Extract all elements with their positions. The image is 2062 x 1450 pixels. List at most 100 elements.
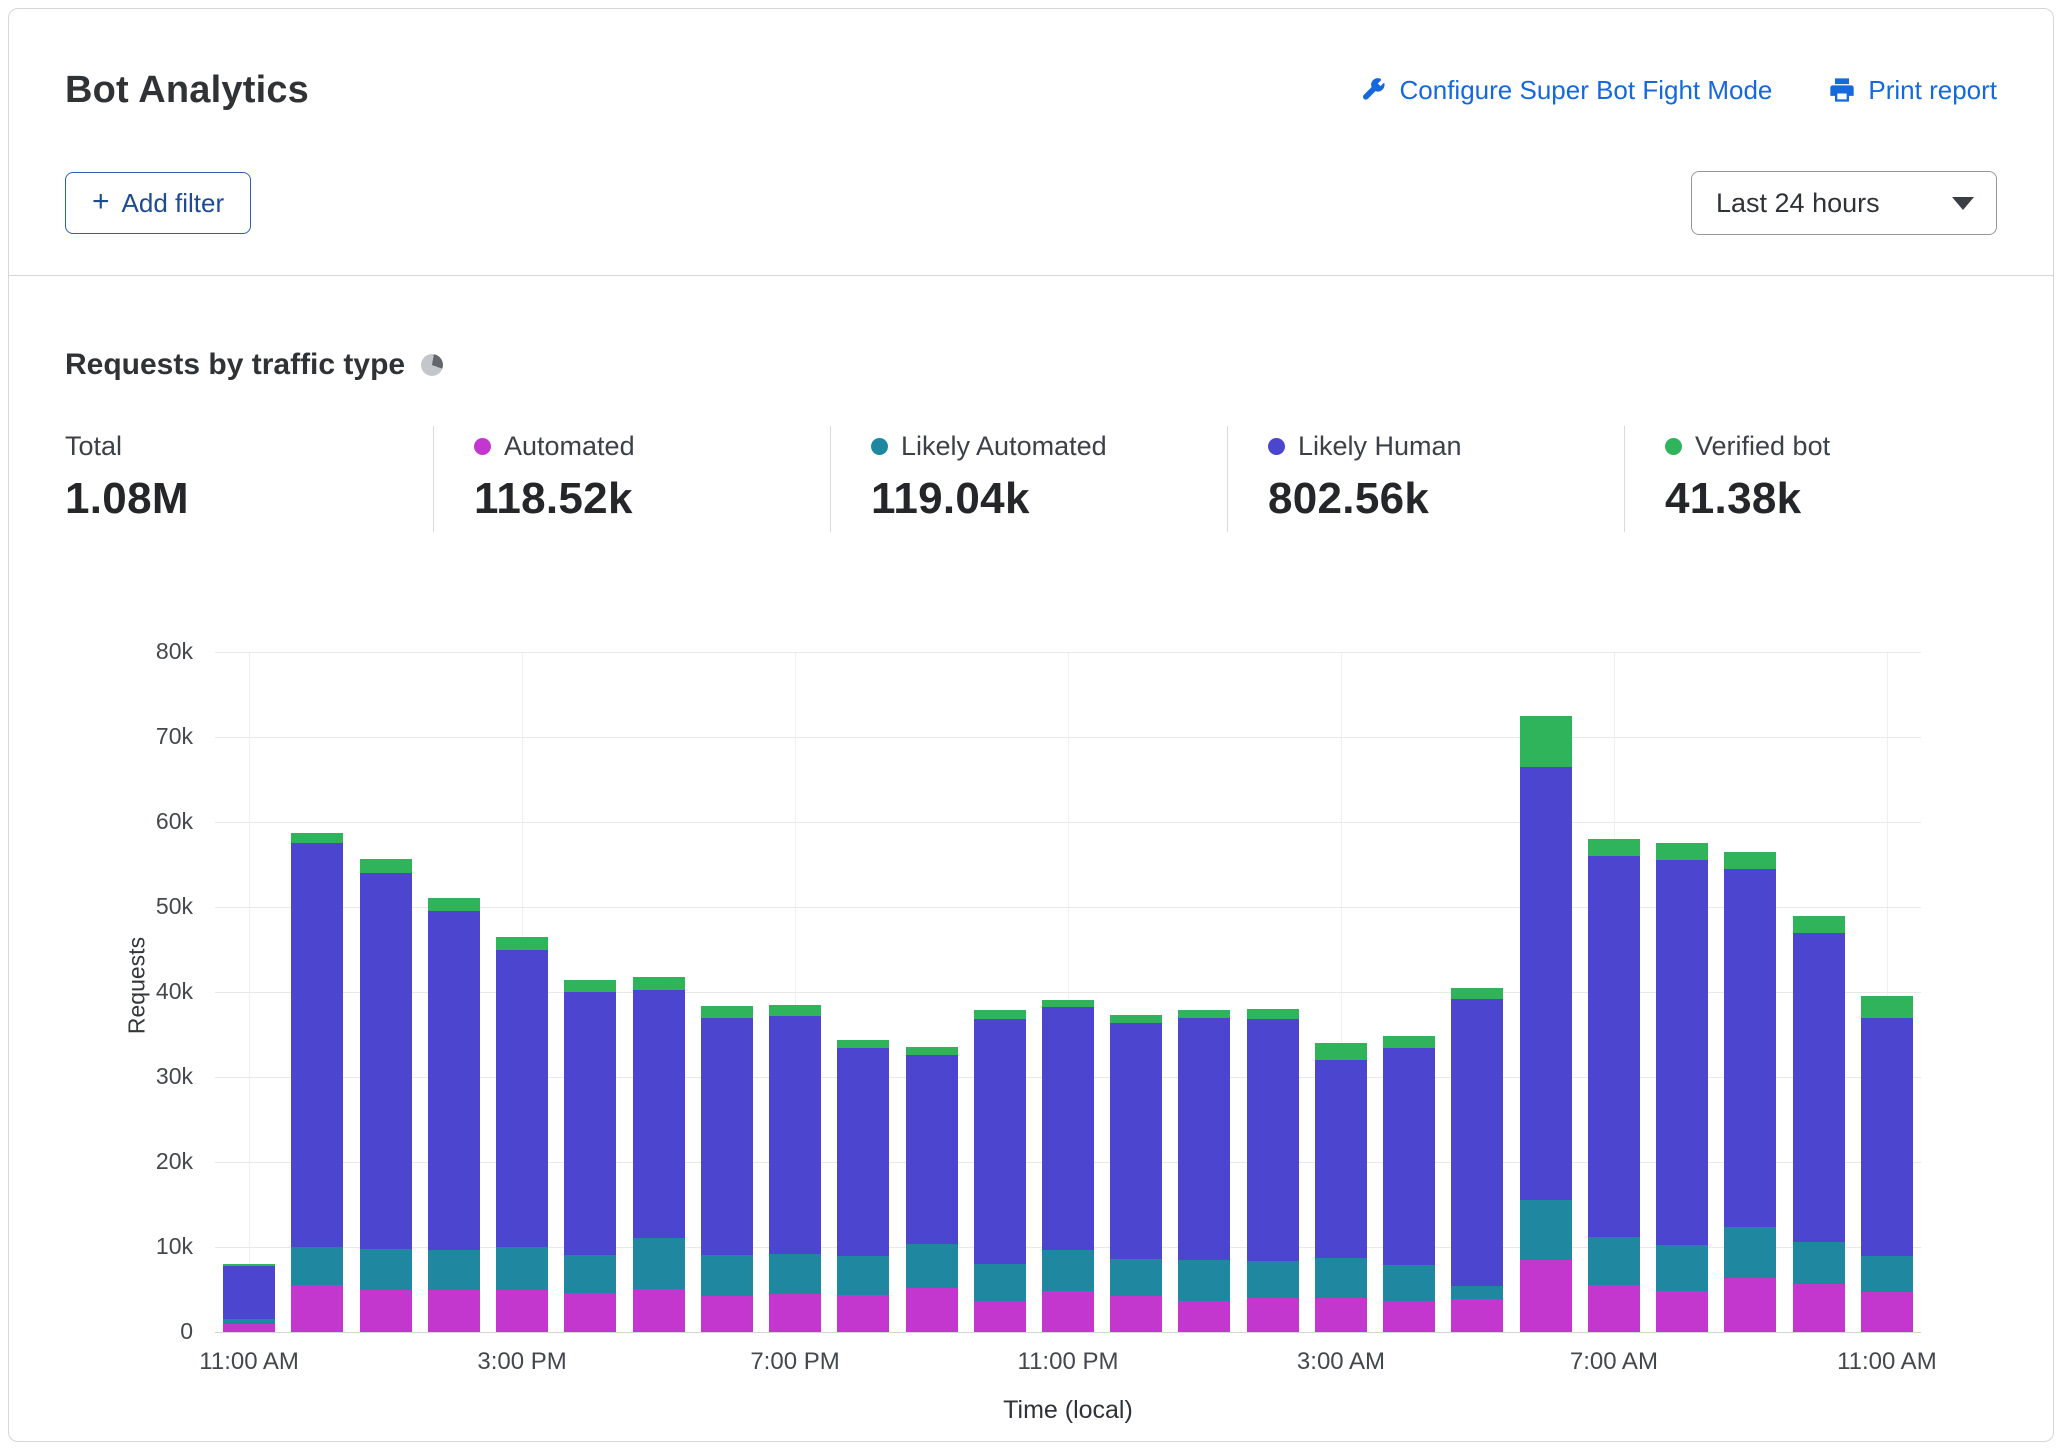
bar-segment-likely-human: [1451, 999, 1503, 1286]
plus-icon: +: [92, 187, 110, 217]
bar-segment-verified-bot: [360, 859, 412, 873]
bar-segment-likely-automated: [1588, 1237, 1640, 1285]
stacked-bar[interactable]: [633, 977, 685, 1332]
stacked-bar[interactable]: [701, 1006, 753, 1332]
bar-segment-likely-human: [633, 990, 685, 1238]
y-tick-label: 70k: [65, 723, 193, 750]
bar-segment-likely-automated: [701, 1255, 753, 1297]
stacked-bar[interactable]: [1383, 1036, 1435, 1332]
time-range-select[interactable]: Last 24 hours: [1691, 171, 1997, 235]
bar-segment-likely-automated: [564, 1255, 616, 1293]
configure-super-bot-fight-mode-link[interactable]: Configure Super Bot Fight Mode: [1360, 75, 1773, 106]
bar-segment-likely-human: [1520, 767, 1572, 1201]
add-filter-label: Add filter: [122, 188, 225, 219]
bar-segment-likely-automated: [1315, 1258, 1367, 1298]
y-tick-label: 60k: [65, 808, 193, 835]
stacked-bar[interactable]: [1042, 1000, 1094, 1332]
section-title: Requests by traffic type: [65, 348, 405, 382]
bar-segment-likely-automated: [1383, 1265, 1435, 1301]
bar-segment-verified-bot: [701, 1006, 753, 1018]
wrench-icon: [1360, 76, 1388, 104]
add-filter-button[interactable]: + Add filter: [65, 172, 251, 234]
stacked-bar[interactable]: [1588, 839, 1640, 1332]
likely-automated-legend-dot: [871, 438, 888, 455]
bar-segment-likely-human: [1383, 1048, 1435, 1265]
stacked-bar[interactable]: [906, 1047, 958, 1332]
bar-segment-likely-automated: [1178, 1260, 1230, 1302]
stacked-bar[interactable]: [1451, 988, 1503, 1332]
stacked-bar[interactable]: [1861, 996, 1913, 1332]
requests-stacked-bar-chart: Requests 11:00 AM3:00 PM7:00 PM11:00 PM3…: [65, 572, 1997, 1442]
bar-segment-automated: [1315, 1298, 1367, 1332]
bar-segment-likely-automated: [1724, 1227, 1776, 1278]
stacked-bar[interactable]: [1110, 1015, 1162, 1332]
bar-segment-automated: [360, 1290, 412, 1332]
stacked-bar[interactable]: [291, 833, 343, 1332]
bar-segment-likely-human: [564, 992, 616, 1255]
bar-segment-automated: [701, 1296, 753, 1332]
stat-automated: Automated 118.52k: [433, 426, 830, 532]
bar-segment-likely-human: [1588, 856, 1640, 1237]
stacked-bar[interactable]: [769, 1005, 821, 1332]
bar-segment-verified-bot: [1315, 1043, 1367, 1060]
bar-segment-automated: [291, 1285, 343, 1332]
stacked-bar[interactable]: [1656, 843, 1708, 1332]
bar-segment-verified-bot: [1247, 1009, 1299, 1019]
x-tick-label: 3:00 PM: [432, 1348, 612, 1376]
bar-segment-automated: [1451, 1299, 1503, 1332]
stat-total-label: Total: [65, 431, 122, 462]
print-report-link[interactable]: Print report: [1828, 75, 1997, 106]
stacked-bar[interactable]: [564, 980, 616, 1332]
bar-segment-likely-human: [1656, 860, 1708, 1245]
bar-segment-automated: [1724, 1278, 1776, 1332]
bar-segment-verified-bot: [1178, 1010, 1230, 1018]
stat-likely-human: Likely Human 802.56k: [1227, 426, 1624, 532]
bar-segment-likely-automated: [906, 1244, 958, 1287]
stacked-bar[interactable]: [974, 1010, 1026, 1332]
panel-body: Requests by traffic type Total 1.08M Aut…: [9, 276, 2053, 1442]
bar-segment-verified-bot: [633, 977, 685, 991]
stacked-bar[interactable]: [1315, 1043, 1367, 1332]
y-tick-label: 40k: [65, 978, 193, 1005]
stat-verified-bot-value: 41.38k: [1665, 474, 1830, 524]
y-tick-label: 0: [65, 1318, 193, 1345]
bar-segment-automated: [1520, 1260, 1572, 1332]
horizontal-gridline: [215, 822, 1921, 823]
pie-chart-icon: [421, 354, 443, 376]
bar-segment-likely-human: [360, 873, 412, 1249]
y-tick-label: 20k: [65, 1148, 193, 1175]
bar-segment-likely-automated: [428, 1250, 480, 1290]
bar-segment-likely-human: [1110, 1023, 1162, 1258]
bar-segment-likely-automated: [633, 1238, 685, 1289]
x-tick-label: 11:00 PM: [978, 1348, 1158, 1376]
bar-segment-automated: [837, 1295, 889, 1332]
bar-segment-verified-bot: [1861, 996, 1913, 1017]
bar-segment-likely-human: [1315, 1060, 1367, 1258]
stat-likely-automated: Likely Automated 119.04k: [830, 426, 1227, 532]
horizontal-gridline: [215, 737, 1921, 738]
x-tick-label: 7:00 AM: [1524, 1348, 1704, 1376]
bar-segment-automated: [1110, 1296, 1162, 1332]
y-tick-label: 50k: [65, 893, 193, 920]
stat-verified-bot-label: Verified bot: [1695, 431, 1830, 462]
bar-segment-automated: [496, 1290, 548, 1333]
bar-segment-verified-bot: [1656, 843, 1708, 860]
horizontal-gridline: [215, 1332, 1921, 1333]
stacked-bar[interactable]: [428, 898, 480, 1332]
stacked-bar[interactable]: [1724, 852, 1776, 1332]
stacked-bar[interactable]: [1520, 716, 1572, 1332]
stacked-bar[interactable]: [1178, 1010, 1230, 1332]
bar-segment-likely-human: [974, 1019, 1026, 1264]
stacked-bar[interactable]: [496, 937, 548, 1332]
bar-segment-verified-bot: [496, 937, 548, 950]
header: Bot Analytics Configure Super Bot Fight …: [9, 9, 2053, 276]
x-tick-label: 11:00 AM: [159, 1348, 339, 1376]
bar-segment-verified-bot: [1520, 716, 1572, 767]
stacked-bar[interactable]: [837, 1040, 889, 1332]
stacked-bar[interactable]: [360, 859, 412, 1332]
stacked-bar[interactable]: [223, 1264, 275, 1332]
bar-segment-likely-human: [496, 950, 548, 1248]
bar-segment-verified-bot: [1451, 988, 1503, 999]
stacked-bar[interactable]: [1247, 1009, 1299, 1332]
stacked-bar[interactable]: [1793, 916, 1845, 1333]
